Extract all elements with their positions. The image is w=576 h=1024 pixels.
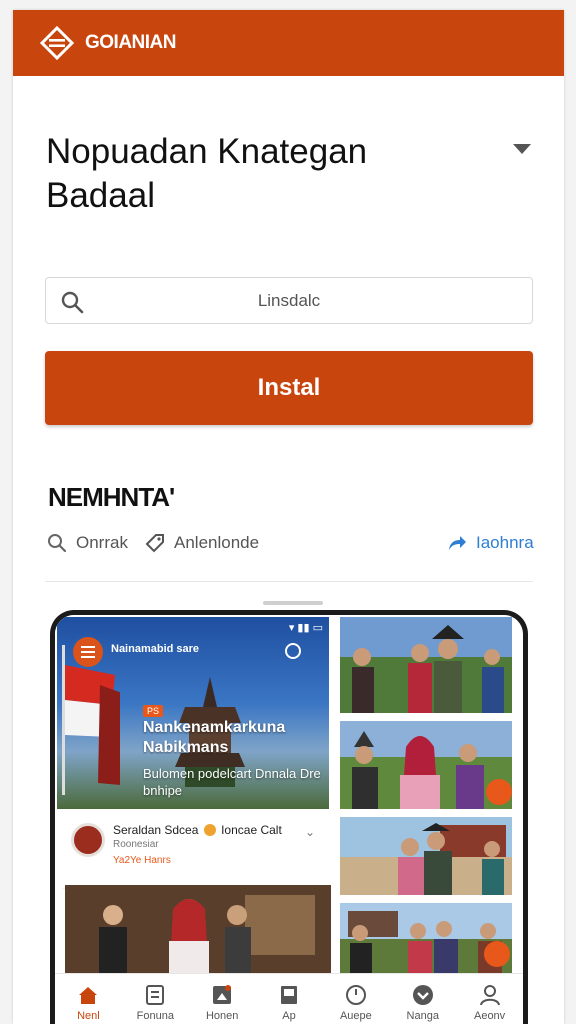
book-icon [281,986,297,1004]
bottom-navigation: Nenl Fonuna Honen Ap Auepe Nanga Aeonv [55,973,523,1024]
nav-item-home[interactable]: Nenl [55,974,122,1024]
phone-screenshot-preview[interactable]: ▾ ▮▮ ▭ Nainamabid sare PS Nankenamkarkun… [50,610,528,1024]
status-bar-icons: ▾ ▮▮ ▭ [288,622,323,634]
nav-item-heart[interactable]: Nanga [389,974,456,1024]
thumbnail-1[interactable] [340,617,512,713]
hero-header-text: Nainamabid sare [111,643,200,655]
nav-item-profile[interactable]: Aeonv [456,974,523,1024]
app-detail-page: GOIANIAN Nopuadan Knategan Badaal Linsda… [13,10,564,1024]
clock-icon [345,985,366,1005]
thumbnail-2[interactable] [340,721,512,809]
drag-handle[interactable] [263,601,323,605]
share-action[interactable]: Iaohnra [446,532,534,554]
post-meta: Roonesiar [113,839,159,850]
post-rating: Ya2Ye Hanrs [113,855,171,866]
header-bar: GOIANIAN [13,10,564,76]
profile-icon [479,985,500,1006]
search-icon [46,532,68,554]
app-title: Nopuadan Knategan Badaal [46,132,368,215]
divider [45,581,533,582]
nav-item-clock[interactable]: Auepe [322,974,389,1024]
tag-action[interactable]: Anlenlonde [144,532,259,554]
more-icon[interactable]: ⌄ [305,825,315,839]
nav-label-grid: Honen [205,1010,239,1022]
nav-label-list: Fonuna [136,1010,174,1022]
hero-banner: ▾ ▮▮ ▭ Nainamabid sare PS Nankenamkarkun… [57,617,329,809]
menu-icon[interactable] [73,637,103,667]
search-placeholder: Linsdalc [257,291,321,310]
chevron-down-icon[interactable] [513,144,531,154]
filter-label: Onrrak [76,533,128,552]
search-input[interactable]: Linsdalc [45,277,533,324]
filter-action[interactable]: Onrrak [46,532,128,554]
post-author-tag: Ioncae Calt [221,823,282,837]
list-icon [146,985,165,1005]
nav-label-profile: Aeonv [473,1010,506,1022]
action-icon[interactable] [486,779,512,805]
post-card[interactable]: Seraldan Sdcea Ioncae Calt ⌄ Roonesiar Y… [63,815,329,889]
preview-screen: ▾ ▮▮ ▭ Nainamabid sare PS Nankenamkarkun… [55,615,331,1024]
install-button[interactable]: Instal [45,351,533,425]
brand-name: GOIANIAN [85,32,177,53]
nav-label-book: Ap [282,1010,296,1022]
avatar [71,823,105,857]
post-photo [65,885,331,973]
section-title: NEMHNTA' [48,482,175,512]
notification-icon[interactable] [285,643,301,659]
grid-icon [213,985,232,1004]
action-row: Onrrak Anlenlonde Iaohnra [46,532,534,562]
post-author-name: Seraldan Sdcea [113,823,199,837]
hero-badge: PS [143,705,164,717]
heart-icon [412,985,433,1005]
nav-label-heart: Nanga [406,1010,439,1022]
nav-label-home: Nenl [77,1010,100,1022]
tag-label: Anlenlonde [174,533,260,552]
nav-item-book[interactable]: Ap [256,974,323,1024]
photo-thumbnails [340,615,523,975]
share-label: Iaohnra [476,533,534,552]
thumbnail-4[interactable] [340,903,512,975]
hero-title: Nankenamkarkuna Nabikmans [143,719,286,756]
verified-icon [203,824,216,836]
hero-subtitle: Bulomen podelcart Dnnala Dre bnhipe [143,766,321,798]
nav-label-clock: Auepe [339,1010,372,1022]
nav-item-list[interactable]: Fonuna [122,974,189,1024]
post-author: Seraldan Sdcea Ioncae Calt [113,823,282,837]
flag-image [62,645,120,795]
thumbnail-3[interactable] [340,817,512,895]
home-icon [79,987,98,1004]
diamond-logo-icon[interactable] [39,25,75,61]
action-icon[interactable] [484,941,510,967]
share-icon [446,532,468,554]
tag-icon [144,532,166,554]
nav-item-grid[interactable]: Honen [189,974,256,1024]
